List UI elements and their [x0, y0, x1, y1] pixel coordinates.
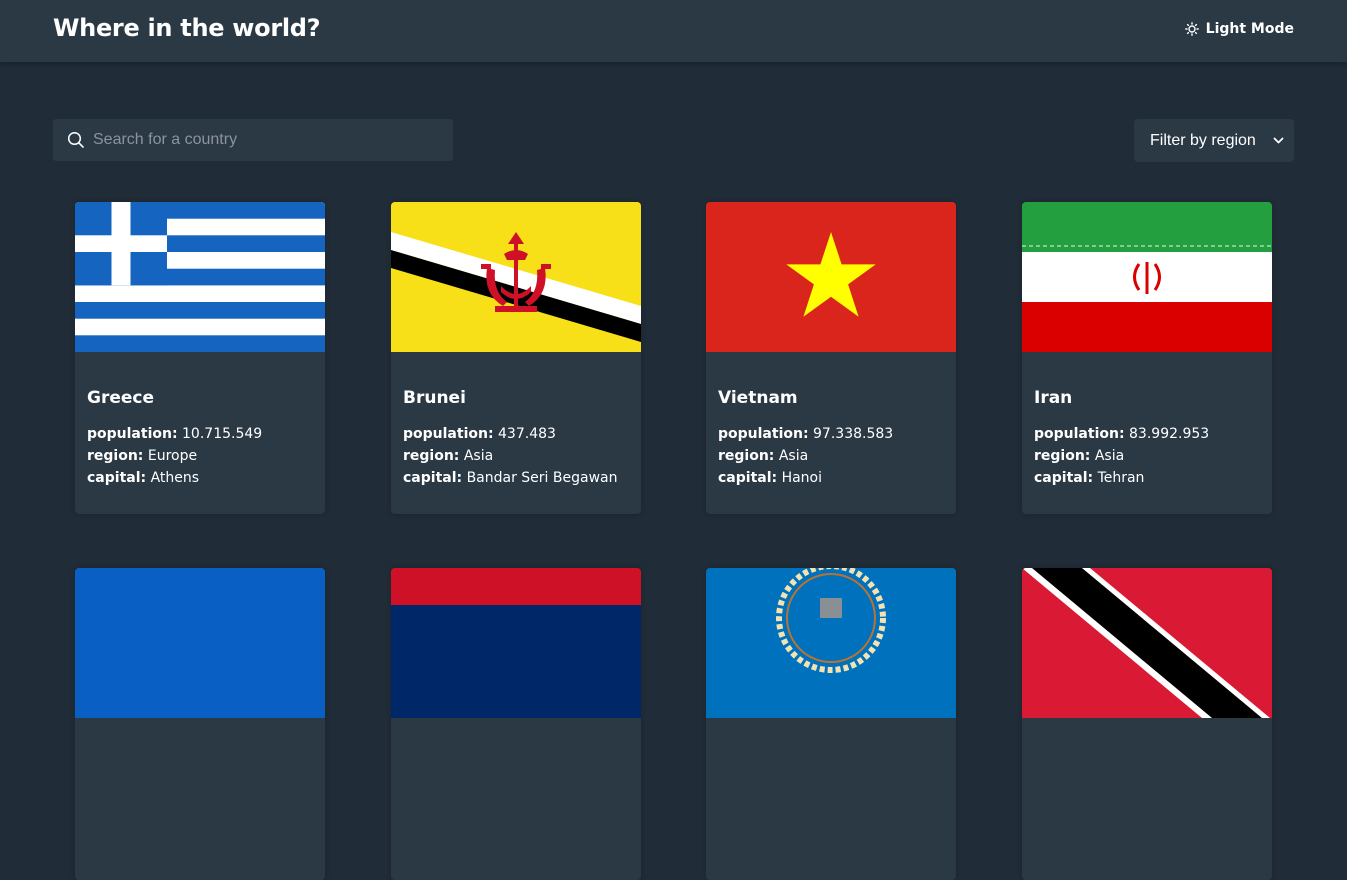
region-value: Europe	[147, 448, 198, 464]
theme-toggle-label: Light Mode	[1205, 21, 1294, 37]
chevron-down-icon	[1273, 137, 1284, 144]
country-card[interactable]: Brunei population: 437.483 region: Asia …	[391, 202, 641, 514]
region-label: region:	[403, 448, 460, 464]
country-card[interactable]	[391, 568, 641, 880]
capital-label: capital:	[1034, 470, 1094, 486]
country-info: population: 437.483 region: Asia capital…	[403, 423, 617, 489]
country-name: Vietnam	[718, 388, 798, 408]
country-info: population: 10.715.549 region: Europe ca…	[87, 423, 262, 489]
region-filter-value: Filter by region	[1150, 131, 1256, 149]
capital-value: Hanoi	[781, 470, 822, 486]
country-info: population: 83.992.953 region: Asia capi…	[1034, 423, 1209, 489]
region-label: region:	[87, 448, 144, 464]
capital-label: capital:	[403, 470, 463, 486]
capital-value: Athens	[150, 470, 200, 486]
country-card[interactable]	[1022, 568, 1272, 880]
country-card[interactable]	[706, 568, 956, 880]
red-blue-flag	[391, 568, 641, 718]
country-name: Iran	[1034, 388, 1073, 408]
app-title: Where in the world?	[53, 14, 321, 42]
population-value: 437.483	[498, 426, 556, 442]
country-name: Greece	[87, 388, 155, 408]
search-box[interactable]	[53, 119, 453, 161]
country-card[interactable]: Vietnam population: 97.338.583 region: A…	[706, 202, 956, 514]
theme-toggle-button[interactable]: Light Mode	[1184, 21, 1294, 37]
population-value: 10.715.549	[182, 426, 263, 442]
country-card[interactable]: Greece population: 10.715.549 region: Eu…	[75, 202, 325, 514]
country-card[interactable]	[75, 568, 325, 880]
capital-label: capital:	[718, 470, 778, 486]
red-black-diagonal-flag	[1022, 568, 1272, 718]
emblem-flag	[706, 568, 956, 718]
region-label: region:	[718, 448, 775, 464]
region-label: region:	[1034, 448, 1091, 464]
population-value: 83.992.953	[1129, 426, 1210, 442]
country-card[interactable]: Iran population: 83.992.953 region: Asia…	[1022, 202, 1272, 514]
region-value: Asia	[1094, 448, 1125, 464]
top-header: Where in the world? Light Mode	[0, 0, 1347, 62]
region-filter-select[interactable]: Filter by region	[1134, 119, 1294, 162]
vietnam-flag	[706, 202, 956, 352]
population-label: population:	[1034, 426, 1125, 442]
search-input[interactable]	[93, 131, 433, 149]
region-value: Asia	[463, 448, 494, 464]
greece-flag	[75, 202, 325, 352]
capital-value: Bandar Seri Begawan	[466, 470, 618, 486]
capital-label: capital:	[87, 470, 147, 486]
population-label: population:	[403, 426, 494, 442]
country-name: Brunei	[403, 388, 466, 408]
iran-flag	[1022, 202, 1272, 352]
population-value: 97.338.583	[813, 426, 894, 442]
brunei-flag	[391, 202, 641, 352]
sun-icon	[1184, 22, 1199, 36]
population-label: population:	[87, 426, 178, 442]
country-info: population: 97.338.583 region: Asia capi…	[718, 423, 893, 489]
region-value: Asia	[778, 448, 809, 464]
capital-value: Tehran	[1097, 470, 1145, 486]
population-label: population:	[718, 426, 809, 442]
search-icon	[67, 131, 84, 148]
blue-flag	[75, 568, 325, 718]
